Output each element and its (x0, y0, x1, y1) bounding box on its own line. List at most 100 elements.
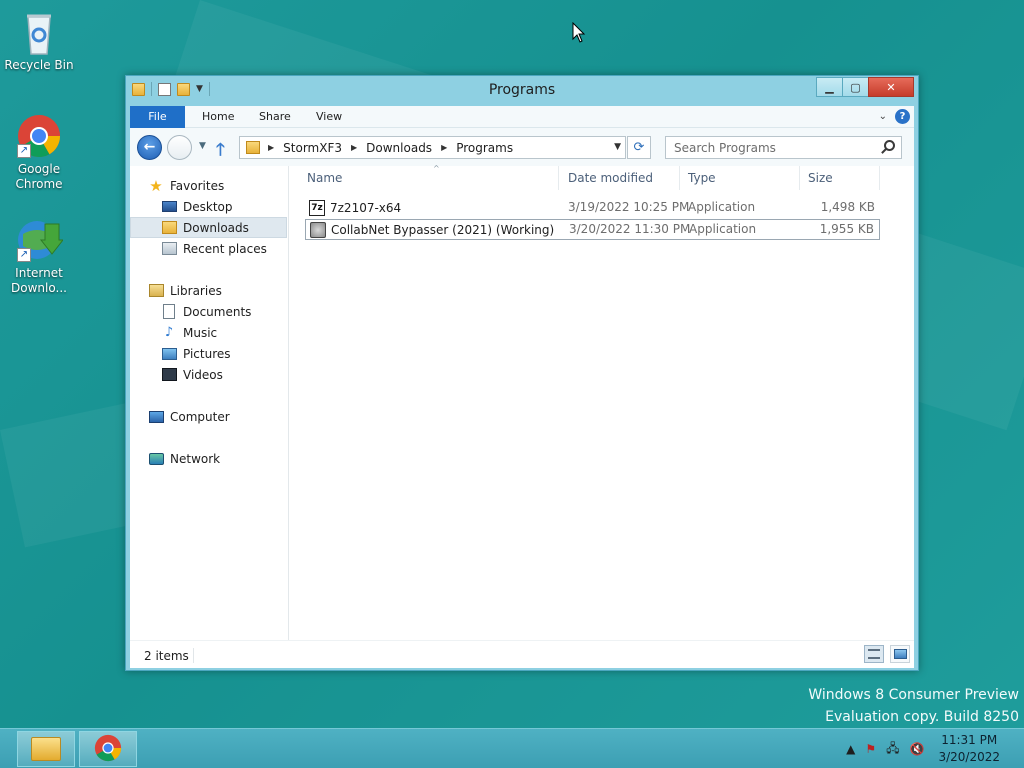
up-arrow-icon: 🡑 (216, 140, 225, 160)
recent-locations-dropdown-icon[interactable]: ▼ (199, 141, 206, 151)
up-button[interactable]: 🡑 (216, 137, 225, 166)
close-button[interactable]: ✕ (868, 77, 914, 97)
breadcrumb-arrow-icon[interactable]: ▶ (351, 143, 357, 152)
sort-ascending-icon: ^ (433, 164, 440, 173)
pictures-icon (161, 346, 177, 362)
column-header-size[interactable]: Size (800, 166, 880, 190)
music-icon: ♪ (164, 325, 174, 340)
close-icon: ✕ (886, 80, 896, 94)
taskbar-file-explorer-button[interactable] (17, 731, 75, 767)
back-button[interactable]: ← (137, 135, 162, 160)
show-hidden-icons-icon[interactable]: ▲ (846, 742, 855, 756)
nav-label: Favorites (170, 178, 225, 193)
navigation-pane: ★ Favorites Desktop Downloads Recent pla… (130, 166, 289, 640)
window-title: Programs (488, 82, 556, 98)
address-bar[interactable]: ▶ StormXF3 ▶ Downloads ▶ Programs ▼ (239, 136, 626, 159)
taskbar-chrome-button[interactable] (79, 731, 137, 767)
nav-network[interactable]: Network (130, 448, 287, 469)
nav-label: Desktop (183, 199, 233, 214)
network-status-icon[interactable]: 🖧 (886, 739, 899, 760)
clock-date: 3/20/2022 (938, 750, 1000, 764)
computer-icon (148, 409, 164, 425)
breadcrumb-arrow-icon[interactable]: ▶ (268, 143, 274, 152)
address-dropdown-icon[interactable]: ▼ (614, 142, 621, 152)
nav-label: Network (170, 451, 221, 466)
tab-share[interactable]: Share (249, 106, 301, 128)
build-watermark: Windows 8 Consumer Preview Evaluation co… (808, 684, 1019, 728)
large-icons-view-icon (893, 649, 907, 659)
nav-label: Computer (170, 409, 230, 424)
file-type: Application (689, 222, 757, 236)
breadcrumb-arrow-icon[interactable]: ▶ (441, 143, 447, 152)
action-center-flag-icon[interactable]: ⚑ (865, 742, 876, 756)
clock-time: 11:31 PM (941, 733, 998, 747)
nav-videos[interactable]: Videos (130, 364, 287, 385)
view-switcher (864, 645, 910, 663)
tab-file[interactable]: File (130, 106, 185, 128)
7zip-installer-icon: 7z (309, 200, 325, 216)
internet-download-manager-icon: ↗ (15, 216, 65, 264)
desktop-icon-google-chrome[interactable]: ↗ Google Chrome (4, 112, 74, 192)
nav-downloads[interactable]: Downloads (130, 217, 287, 238)
breadcrumb-item-programs[interactable]: Programs (456, 141, 513, 155)
breadcrumb-item-downloads[interactable]: Downloads (366, 141, 432, 155)
chrome-icon: ↗ (15, 112, 63, 160)
forward-button[interactable] (167, 135, 192, 160)
breadcrumb-item-stormxf3[interactable]: StormXF3 (283, 141, 342, 155)
file-row[interactable]: CollabNet Bypasser (2021) (Working) 3/20… (305, 219, 880, 240)
nav-pictures[interactable]: Pictures (130, 343, 287, 364)
nav-documents[interactable]: Documents (130, 301, 287, 322)
mouse-cursor-icon (572, 21, 586, 47)
nav-desktop[interactable]: Desktop (130, 196, 287, 217)
status-separator (193, 648, 194, 663)
tab-home[interactable]: Home (192, 106, 244, 128)
breadcrumb: ▶ StormXF3 ▶ Downloads ▶ Programs (268, 141, 513, 155)
nav-computer[interactable]: Computer (130, 406, 287, 427)
details-view-button[interactable] (864, 645, 884, 663)
column-header-date-modified[interactable]: Date modified (560, 166, 680, 190)
large-icons-view-button[interactable] (890, 645, 910, 663)
nav-recent-places[interactable]: Recent places (130, 238, 287, 259)
minimize-button[interactable]: ▁ (816, 77, 843, 97)
desktop-icon (161, 199, 177, 215)
search-input[interactable] (666, 137, 866, 158)
volume-muted-icon[interactable]: 🔇 (910, 742, 925, 756)
nav-label: Libraries (170, 283, 222, 298)
column-header-name[interactable]: ^ Name (299, 164, 559, 190)
title-bar[interactable]: ▼ Programs ▁ ▢ ✕ (126, 76, 918, 105)
nav-label: Documents (183, 304, 252, 319)
maximize-icon: ▢ (850, 80, 861, 94)
search-icon[interactable] (884, 140, 895, 151)
tab-view[interactable]: View (306, 106, 352, 128)
chrome-icon (93, 733, 123, 766)
maximize-button[interactable]: ▢ (842, 77, 869, 97)
window-controls: ▁ ▢ ✕ (816, 77, 914, 97)
desktop-icon-recycle-bin[interactable]: Recycle Bin (4, 8, 74, 73)
network-icon (148, 451, 164, 467)
explorer-window[interactable]: ▼ Programs ▁ ▢ ✕ File Home Share View ⌄ … (125, 75, 919, 671)
desktop-icon-label: Internet Downlo... (11, 266, 67, 295)
navigation-bar: ← ▼ 🡑 ▶ StormXF3 ▶ Downloads ▶ Programs … (130, 128, 914, 166)
expand-ribbon-chevron-icon[interactable]: ⌄ (879, 111, 887, 122)
nav-label: Videos (183, 367, 223, 382)
column-header-type[interactable]: Type (680, 166, 800, 190)
documents-icon (161, 304, 177, 320)
search-box[interactable] (665, 136, 902, 159)
shortcut-arrow-icon: ↗ (17, 144, 31, 158)
folder-icon (246, 141, 260, 154)
nav-label: Recent places (183, 241, 267, 256)
nav-favorites[interactable]: ★ Favorites (130, 175, 287, 196)
refresh-button[interactable]: ⟳ (627, 136, 651, 159)
help-icon[interactable]: ? (895, 109, 910, 124)
nav-music[interactable]: ♪ Music (130, 322, 287, 343)
file-row[interactable]: 7z 7z2107-x64 3/19/2022 10:25 PM Applica… (305, 198, 880, 219)
file-type: Application (688, 200, 756, 214)
downloads-folder-icon (161, 220, 177, 236)
nav-libraries[interactable]: Libraries (130, 280, 287, 301)
desktop-icon-internet-download-manager[interactable]: ↗ Internet Downlo... (4, 216, 74, 296)
taskbar: ▲ ⚑ 🖧 🔇 11:31 PM 3/20/2022 (0, 728, 1024, 768)
clock[interactable]: 11:31 PM 3/20/2022 (938, 732, 1000, 766)
libraries-icon (148, 283, 164, 299)
desktop-icon-label: Recycle Bin (4, 58, 74, 72)
recent-places-icon (161, 241, 177, 257)
